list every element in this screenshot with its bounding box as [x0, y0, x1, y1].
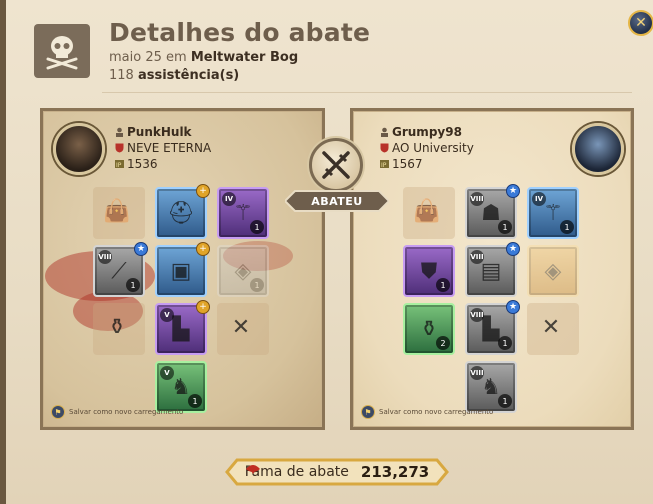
kill-fame-bar: Fama de abate 213,273	[225, 458, 449, 486]
item-tier: IV	[532, 192, 546, 206]
enchant-badge: ★	[506, 300, 520, 314]
item-tier: V	[160, 366, 174, 380]
potion-icon: ⚱	[107, 314, 127, 340]
killer-panel: PunkHulk NEVE ETERNA IP 1536 👜 ⛑ + ⚚ IV 1 ⟋ VII…	[40, 108, 325, 430]
victim-name[interactable]: Grumpy98	[392, 124, 462, 140]
item-quantity: 1	[498, 336, 512, 350]
victim-avatar[interactable]	[572, 123, 624, 175]
item-tier: VIII	[470, 250, 484, 264]
guild-shield-icon	[115, 143, 124, 153]
item-tier: VIII	[470, 308, 484, 322]
item-quantity: 1	[126, 278, 140, 292]
killer-name[interactable]: PunkHulk	[127, 124, 192, 140]
close-icon: ✕	[635, 15, 647, 31]
enchant-badge: +	[196, 184, 210, 198]
enchant-badge: ★	[506, 242, 520, 256]
killer-info: PunkHulk NEVE ETERNA IP 1536	[115, 124, 211, 172]
killer-ip: 1536	[127, 157, 158, 171]
guild-shield-icon	[380, 143, 389, 153]
item-tier: V	[160, 308, 174, 322]
save-loadout-icon: ⚑	[51, 405, 65, 419]
killer-slot-bag: 👜	[93, 187, 145, 239]
enchant-badge: +	[196, 242, 210, 256]
killer-slot-boots[interactable]: ▙ V +	[155, 300, 210, 355]
kill-location: Meltwater Bog	[190, 50, 299, 65]
assist-label: assistência(s)	[137, 68, 240, 83]
item-quantity: 1	[560, 220, 574, 234]
item-quantity: 1	[188, 394, 202, 408]
killer-slot-offhand[interactable]: ◈ 1	[217, 245, 269, 297]
item-quantity: 2	[436, 336, 450, 350]
assist-count: 118	[109, 68, 134, 83]
item-quantity: 1	[436, 278, 450, 292]
player-icon	[381, 127, 388, 137]
kill-banner-label: ABATEU	[311, 194, 363, 208]
victim-slot-robe[interactable]: ▤ VIII ★	[465, 242, 520, 297]
item-power-icon: IP	[380, 160, 389, 169]
page-title: Detalhes do abate	[109, 18, 371, 47]
victim-slot-hood[interactable]: ☗ VIII 1 ★	[465, 184, 520, 239]
victim-save-loadout[interactable]: ⚑ Salvar como novo carregamento	[361, 405, 493, 419]
kill-banner: ABATEU	[285, 189, 389, 213]
victim-ip: 1567	[392, 157, 423, 171]
kill-date: maio 25 em	[109, 50, 187, 65]
enchant-badge: +	[196, 300, 210, 314]
victim-guild[interactable]: AO University	[392, 140, 474, 156]
victim-slot-boots[interactable]: ▙ VIII 1 ★	[465, 300, 520, 355]
victim-panel: Grumpy98 AO University IP 1567 👜 ☗ VIII 1 ★ ⚚…	[350, 108, 634, 430]
victim-save-label[interactable]: Salvar como novo carregamento	[379, 408, 493, 416]
enchant-badge: ★	[506, 184, 520, 198]
killer-avatar[interactable]	[53, 123, 105, 175]
killer-slot-food: ✕	[217, 303, 269, 355]
killer-guild[interactable]: NEVE ETERNA	[127, 140, 211, 156]
enchant-badge: ★	[134, 242, 148, 256]
player-icon	[116, 127, 123, 137]
killer-slot-helmet[interactable]: ⛑ +	[155, 184, 210, 239]
save-loadout-icon: ⚑	[361, 405, 375, 419]
killer-slot-staff[interactable]: ⚚ IV 1	[217, 187, 269, 239]
kill-details-window: Detalhes do abate maio 25 em Meltwater B…	[0, 0, 653, 504]
killer-slot-armor[interactable]: ▣ +	[155, 242, 210, 297]
fame-value: 213,273	[360, 463, 430, 481]
victim-slot-offhand[interactable]: ◈	[527, 245, 579, 297]
skull-crossbones-icon	[34, 24, 90, 78]
bag-icon: 👜	[103, 198, 131, 224]
header-divider	[102, 92, 632, 93]
offhand-icon: ◈	[544, 258, 562, 284]
victim-slot-bag: 👜	[403, 187, 455, 239]
item-quantity: 1	[498, 220, 512, 234]
victim-slot-food: ✕	[527, 303, 579, 355]
item-quantity: 1	[250, 278, 264, 292]
svg-text:IP: IP	[116, 162, 122, 169]
item-tier: VIII	[470, 192, 484, 206]
assist-count-row: 118 assistência(s)	[109, 68, 239, 83]
crossed-swords-icon	[309, 138, 363, 192]
killer-slot-potion: ⚱	[93, 303, 145, 355]
helmet-icon: ⛑	[167, 200, 195, 226]
svg-text:IP: IP	[381, 162, 387, 169]
kill-date-location: maio 25 em Meltwater Bog	[109, 50, 298, 65]
item-quantity: 1	[498, 394, 512, 408]
killer-save-loadout[interactable]: ⚑ Salvar como novo carregamento	[51, 405, 183, 419]
close-button[interactable]: ✕	[628, 10, 653, 36]
food-icon: ✕	[231, 314, 251, 340]
food-icon: ✕	[541, 314, 561, 340]
item-power-icon: IP	[115, 160, 124, 169]
victim-info: Grumpy98 AO University IP 1567	[380, 124, 474, 172]
armor-icon: ▣	[170, 258, 192, 284]
victim-slot-staff[interactable]: ⚚ IV 1	[527, 187, 579, 239]
killer-save-label[interactable]: Salvar como novo carregamento	[69, 408, 183, 416]
item-tier: VIII	[470, 366, 484, 380]
item-tier: IV	[222, 192, 236, 206]
item-quantity: 1	[250, 220, 264, 234]
bag-icon: 👜	[413, 198, 441, 224]
item-tier: VIII	[98, 250, 112, 264]
victim-slot-shield[interactable]: ⛊ 1	[403, 245, 455, 297]
killer-slot-spear[interactable]: ⟋ VIII 1 ★	[93, 242, 148, 297]
victim-slot-potion[interactable]: ⚱ 2	[403, 303, 455, 355]
